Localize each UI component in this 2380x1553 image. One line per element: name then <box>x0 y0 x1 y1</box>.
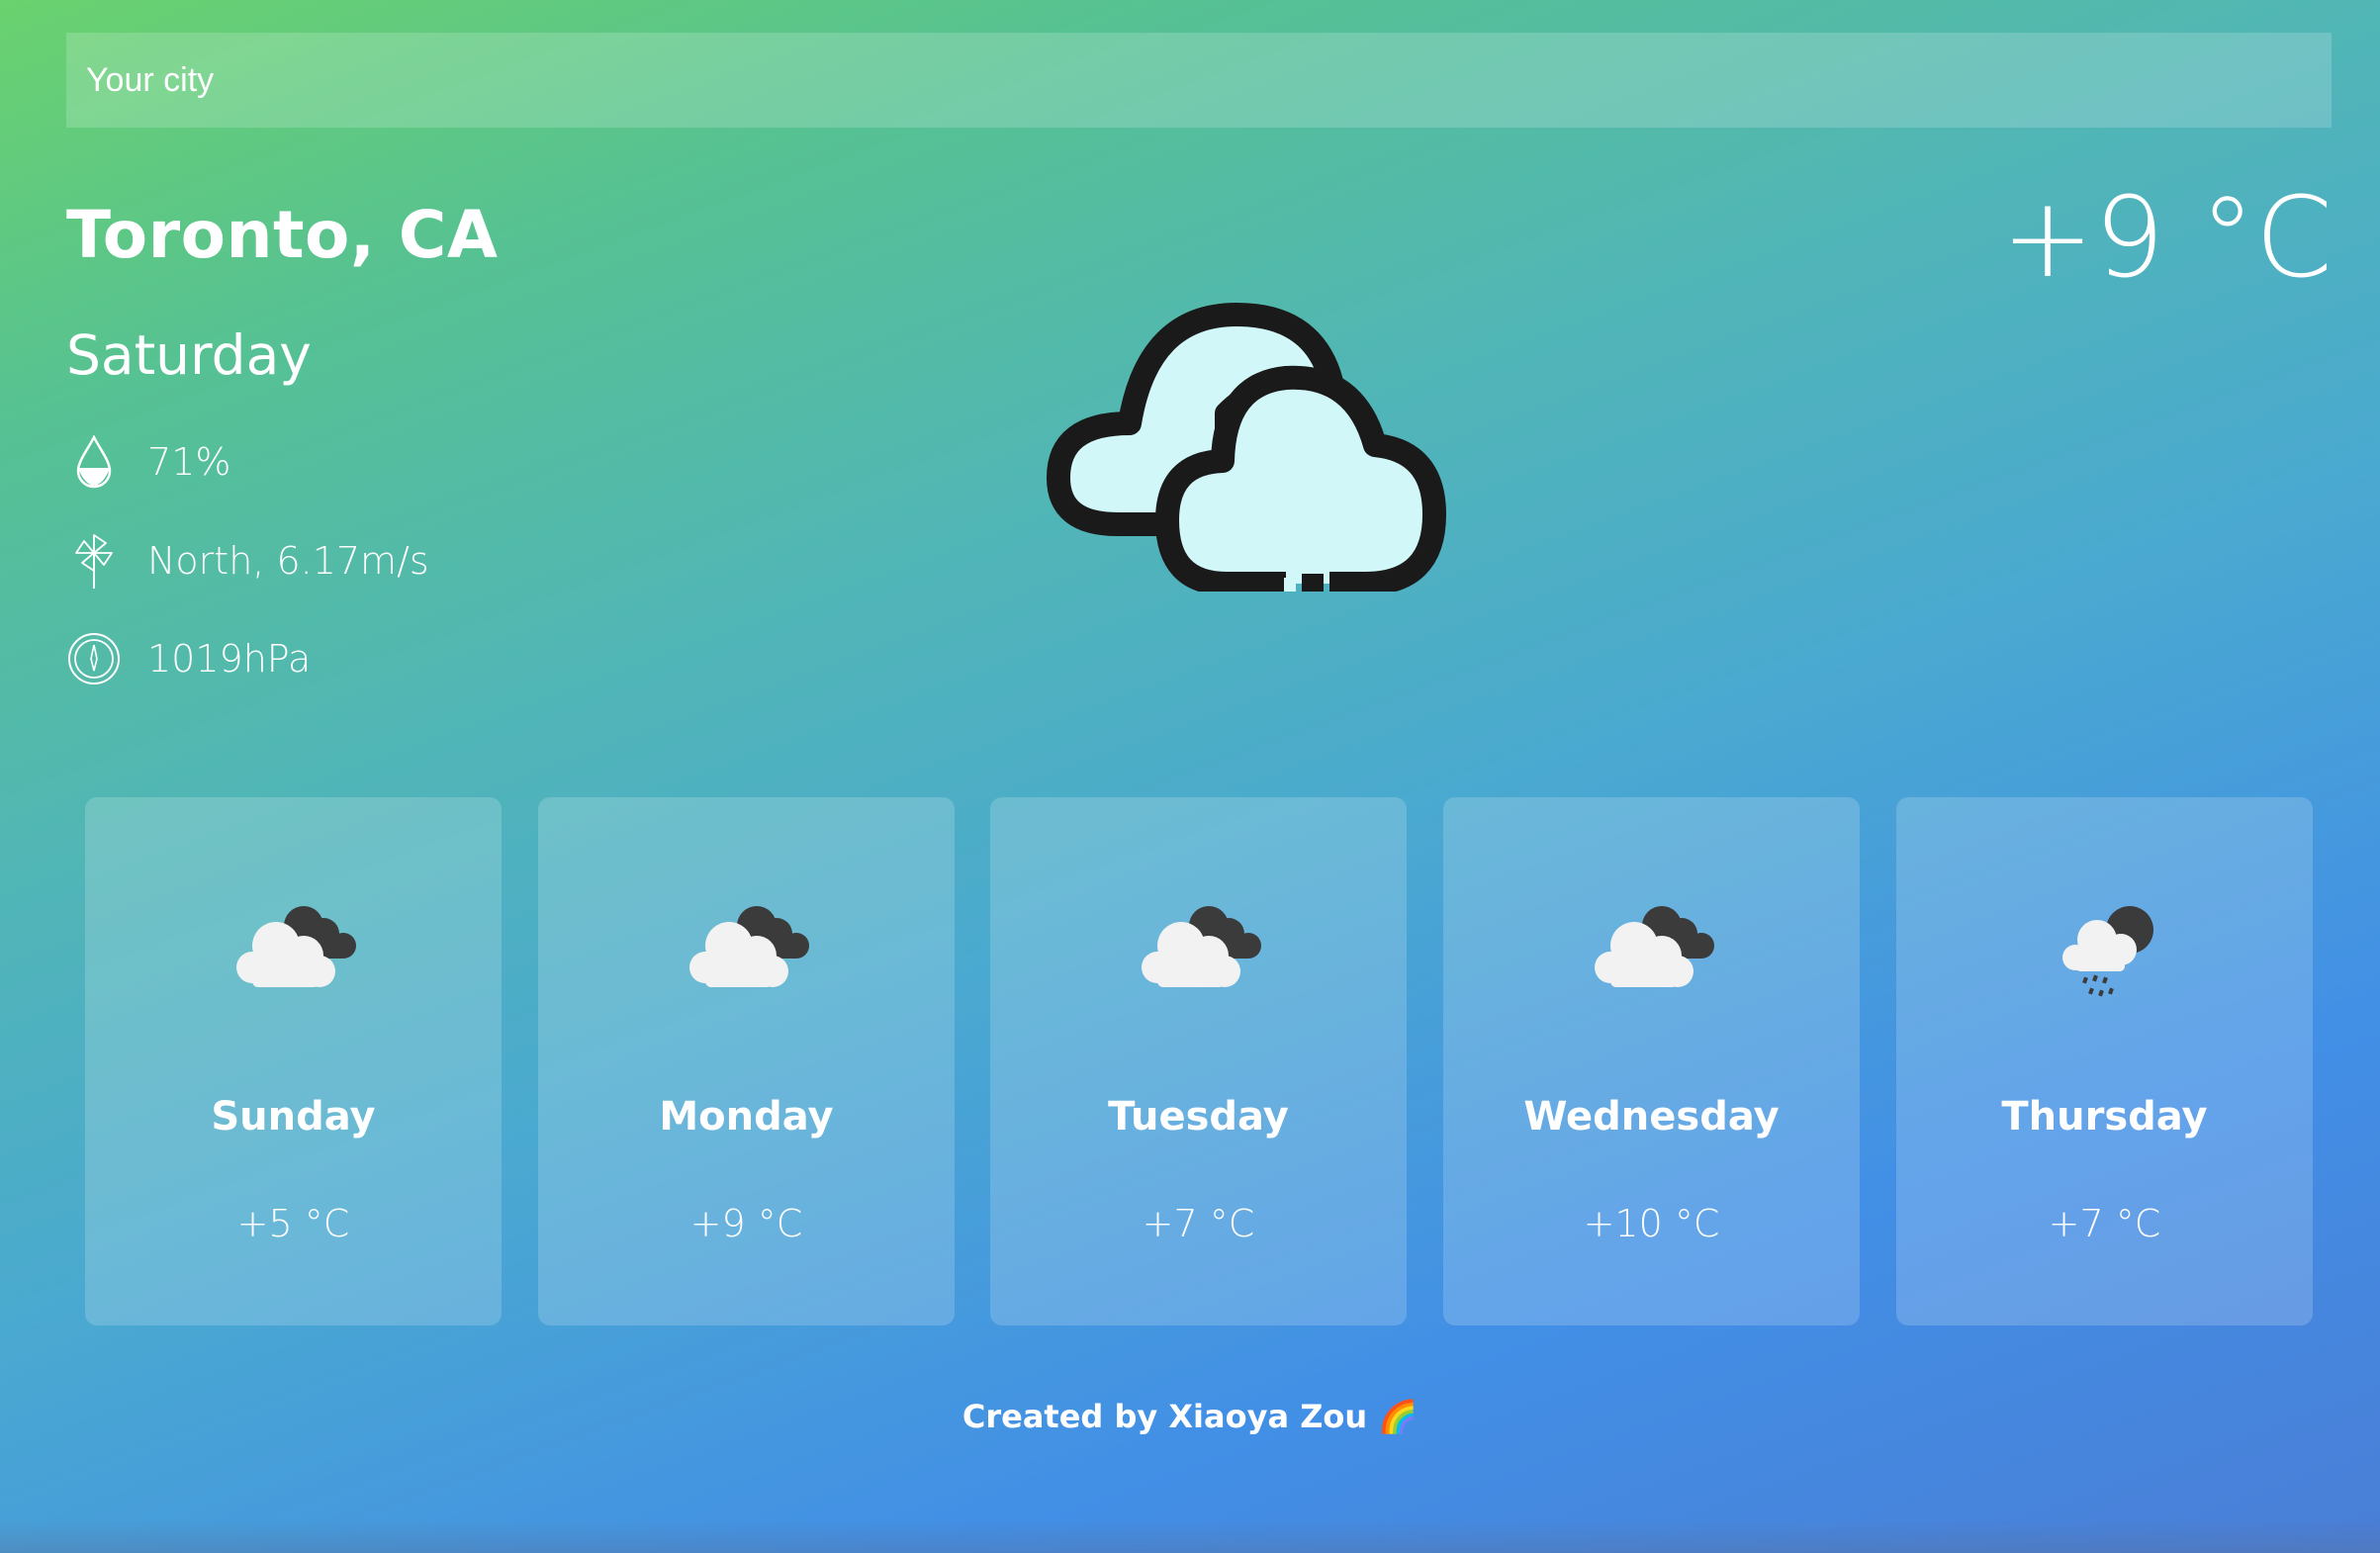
humidity-drop-icon <box>66 432 122 492</box>
pressure-row: 1019hPa <box>66 629 311 688</box>
forecast-day: Thursday <box>2001 1094 2208 1140</box>
forecast-day: Wednesday <box>1523 1094 1780 1140</box>
forecast-temp: +9 °C <box>689 1202 803 1245</box>
forecast-temp: +7 °C <box>1142 1202 1255 1245</box>
forecast-card[interactable]: Monday +9 °C <box>538 797 955 1325</box>
forecast-day: Sunday <box>211 1094 376 1140</box>
forecast-day: Monday <box>659 1094 834 1140</box>
humidity-row: 71% <box>66 432 230 492</box>
rain-night-icon <box>2036 896 2174 1005</box>
partly-cloudy-night-icon <box>1583 896 1721 1005</box>
wind-pinwheel-icon <box>66 531 122 591</box>
city-search-input[interactable] <box>66 33 2332 128</box>
forecast-card[interactable]: Sunday +5 °C <box>85 797 502 1325</box>
forecast-day: Tuesday <box>1108 1094 1289 1140</box>
humidity-value: 71% <box>147 440 231 484</box>
forecast-temp: +10 °C <box>1583 1202 1720 1245</box>
wind-value: North, 6.17m/s <box>147 539 429 583</box>
partly-cloudy-night-icon <box>225 896 363 1005</box>
forecast-card[interactable]: Thursday +7 °C <box>1896 797 2313 1325</box>
forecast-temp: +5 °C <box>236 1202 350 1245</box>
footer-credit: Created by Xiaoya Zou 🌈 <box>961 1398 1419 1435</box>
current-temperature: +9 °C <box>2001 174 2333 303</box>
pressure-gauge-icon <box>66 629 122 688</box>
city-name: Toronto, CA <box>66 197 499 273</box>
partly-cloudy-night-icon <box>1130 896 1268 1005</box>
forecast-card[interactable]: Wednesday +10 °C <box>1443 797 1860 1325</box>
forecast-list: Sunday +5 °C Monday +9 °C Tuesday +7 °C … <box>85 797 2313 1325</box>
wind-row: North, 6.17m/s <box>66 531 429 591</box>
cloudy-icon <box>1039 295 1454 597</box>
forecast-card[interactable]: Tuesday +7 °C <box>990 797 1407 1325</box>
current-day: Saturday <box>66 323 312 387</box>
partly-cloudy-night-icon <box>678 896 816 1005</box>
bottom-shade <box>0 1519 2380 1553</box>
forecast-temp: +7 °C <box>2048 1202 2161 1245</box>
search-bar <box>66 33 2332 128</box>
pressure-value: 1019hPa <box>147 637 312 681</box>
